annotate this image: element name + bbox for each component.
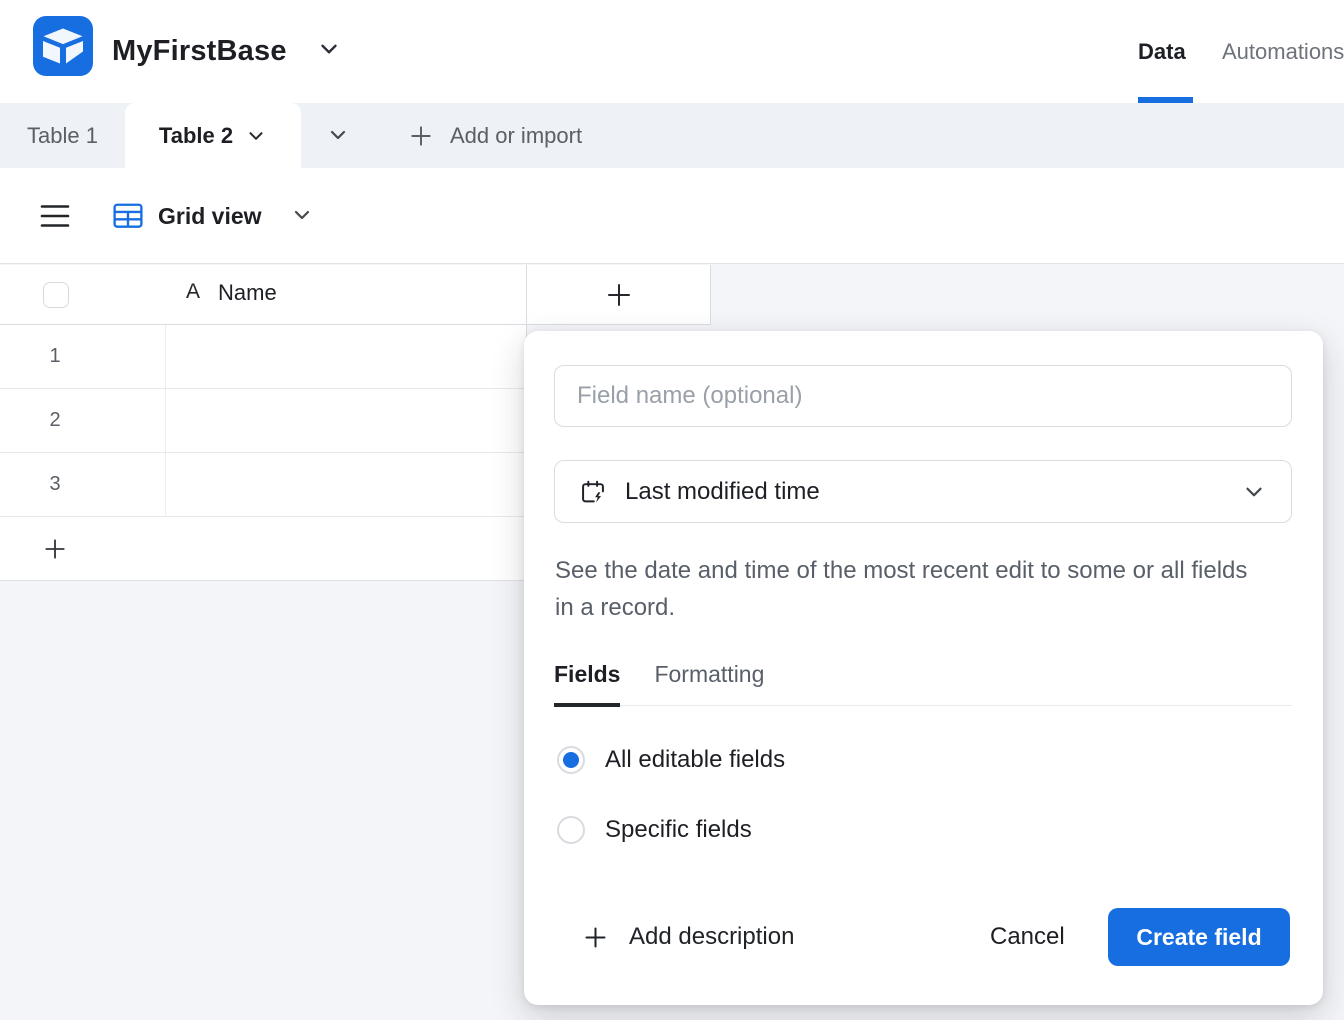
row-number: 3 xyxy=(0,473,110,496)
single-line-text-icon: A xyxy=(186,280,200,304)
base-chevron-down-icon[interactable] xyxy=(316,36,342,62)
table-list-chevron-down-icon[interactable] xyxy=(326,123,350,147)
add-field-button[interactable] xyxy=(527,265,711,325)
app-logo[interactable] xyxy=(33,16,93,76)
airtable-mark-icon xyxy=(33,16,93,76)
airtable-app: MyFirstBase Data Automations Table 1 Tab… xyxy=(0,0,1344,1020)
table-row[interactable]: 1 xyxy=(0,325,527,389)
option-specific-fields[interactable]: Specific fields xyxy=(557,807,752,853)
table-row[interactable]: 2 xyxy=(0,389,527,453)
tab-formatting[interactable]: Formatting xyxy=(654,661,764,707)
add-description-button[interactable]: Add description xyxy=(582,923,794,951)
nav-tab-data[interactable]: Data xyxy=(1138,0,1186,103)
add-or-import-label: Add or import xyxy=(450,123,582,149)
row-number-cell: 3 xyxy=(0,453,166,516)
cancel-button[interactable]: Cancel xyxy=(990,923,1065,951)
field-name-input[interactable] xyxy=(554,365,1292,427)
table-row[interactable]: 3 xyxy=(0,453,527,517)
add-row-button[interactable] xyxy=(0,517,527,581)
nav-tab-automations[interactable]: Automations xyxy=(1222,0,1344,103)
option-label: Specific fields xyxy=(605,816,752,844)
view-menu-icon[interactable] xyxy=(40,203,70,229)
field-type-select[interactable]: Last modified time xyxy=(554,460,1292,523)
tab-table-1[interactable]: Table 1 xyxy=(0,103,125,168)
row-number-cell: 1 xyxy=(0,325,166,388)
base-name[interactable]: MyFirstBase xyxy=(112,0,287,103)
field-type-description: See the date and time of the most recent… xyxy=(555,552,1255,626)
view-chevron-down-icon[interactable] xyxy=(290,203,314,227)
create-field-modal: Last modified time See the date and time… xyxy=(524,331,1323,1005)
plus-icon xyxy=(582,924,609,951)
select-chevron-down-icon xyxy=(1241,479,1267,505)
tab-chevron-down-icon[interactable] xyxy=(245,125,267,147)
radio-unselected-icon[interactable] xyxy=(557,816,585,844)
select-all-checkbox[interactable] xyxy=(43,282,69,308)
modal-tabs: Fields Formatting xyxy=(554,661,1292,706)
field-type-value: Last modified time xyxy=(625,478,1223,506)
option-label: All editable fields xyxy=(605,746,785,774)
row-number-cell: 2 xyxy=(0,389,166,452)
column-header-label: Name xyxy=(218,280,277,306)
tab-fields[interactable]: Fields xyxy=(554,661,620,707)
radio-selected-icon[interactable] xyxy=(557,746,585,774)
app-header: MyFirstBase Data Automations xyxy=(0,0,1344,103)
grid-view-icon xyxy=(113,201,143,231)
tab-table-2-label: Table 2 xyxy=(159,123,233,149)
add-or-import-button[interactable]: Add or import xyxy=(408,103,582,168)
option-all-editable-fields[interactable]: All editable fields xyxy=(557,737,785,783)
create-field-button[interactable]: Create field xyxy=(1108,908,1290,966)
name-column-header[interactable]: A Name xyxy=(0,265,527,325)
row-number: 2 xyxy=(0,409,110,432)
row-number: 1 xyxy=(0,345,110,368)
plus-icon xyxy=(42,536,68,562)
table-tab-strip: Table 1 Table 2 Add or import xyxy=(0,103,1344,168)
plus-icon xyxy=(408,123,434,149)
calendar-bolt-icon xyxy=(579,478,607,506)
view-name[interactable]: Grid view xyxy=(158,168,262,264)
add-description-label: Add description xyxy=(629,923,794,951)
plus-icon xyxy=(604,280,634,310)
tab-table-2[interactable]: Table 2 xyxy=(125,103,301,168)
view-toolbar: Grid view xyxy=(0,168,1344,264)
